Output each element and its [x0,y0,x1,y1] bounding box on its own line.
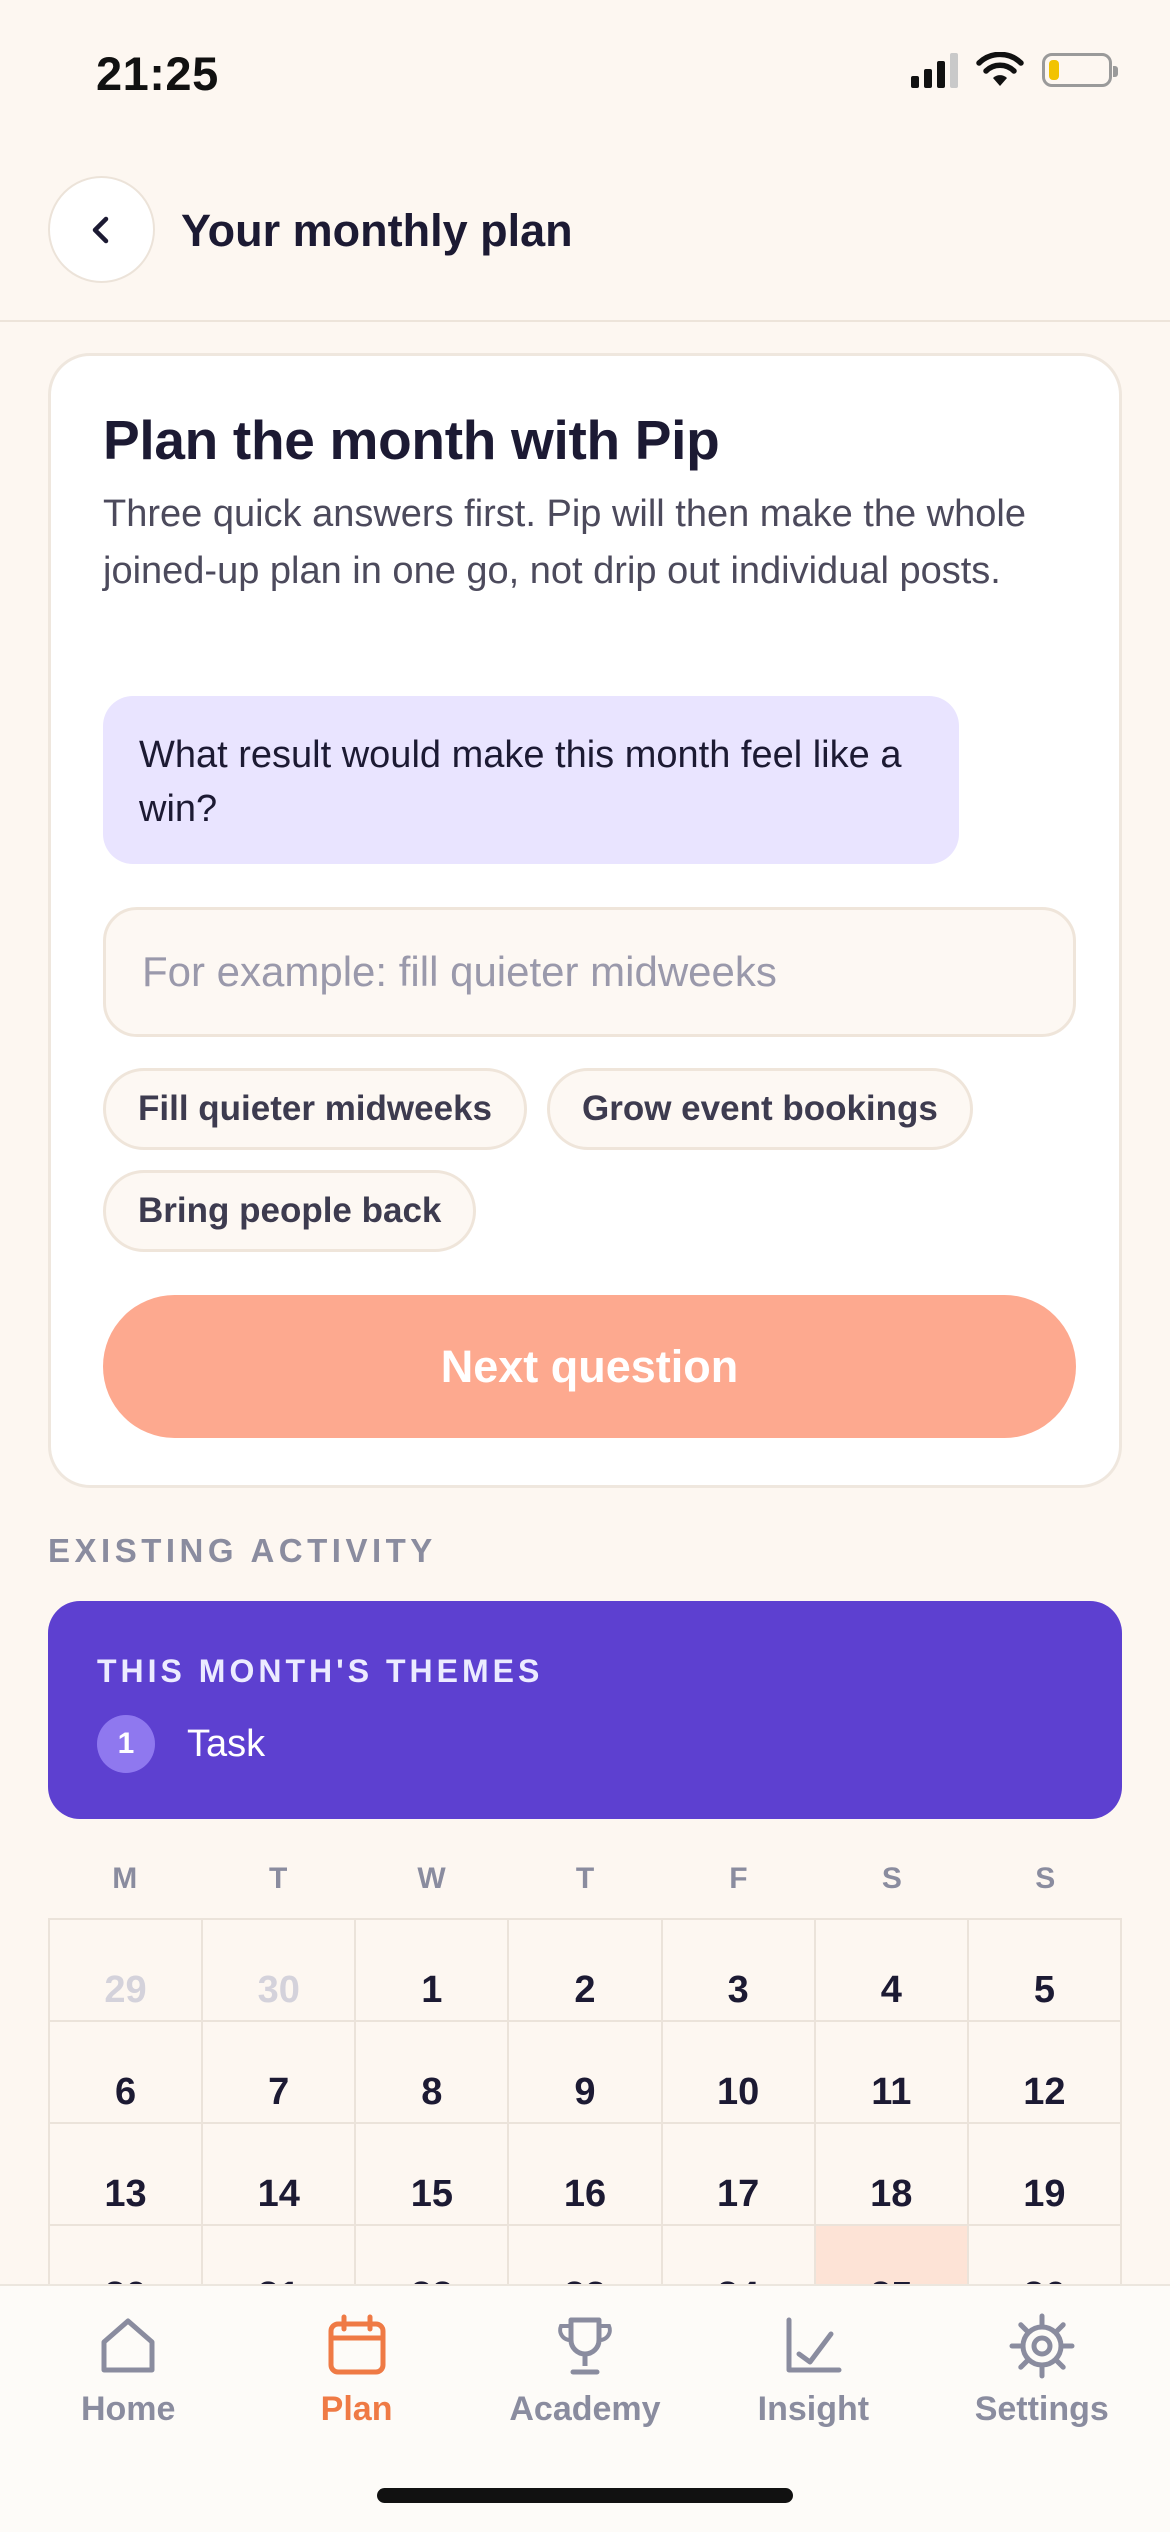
nav-item-plan[interactable]: Plan [247,2310,467,2429]
themes-title: THIS MONTH'S THEMES [97,1653,544,1689]
calendar-day[interactable]: 5 [968,1920,1122,2022]
calendar-day[interactable]: 10 [662,2022,816,2124]
status-time: 21:25 [96,47,219,100]
weekday-label: W [417,1862,446,1895]
calendar-day-prev-month[interactable]: 29 [50,1920,204,2022]
calendar-day[interactable]: 8 [356,2022,510,2124]
status-icons [911,52,1118,88]
calendar-icon [328,2314,386,2375]
question-bubble: What result would make this month feel l… [103,696,959,864]
calendar-day[interactable]: 14 [203,2124,357,2226]
back-button[interactable] [48,176,155,283]
nav-item-settings[interactable]: Settings [932,2310,1152,2429]
plan-with-pip-card: Plan the month with Pip Three quick answ… [48,353,1122,1488]
weekday-label: M [112,1862,138,1895]
calendar-day[interactable]: 19 [968,2124,1122,2226]
calendar-day[interactable]: 16 [509,2124,663,2226]
nav-label: Insight [757,2390,870,2428]
monthly-plan-screen: 21:25 Your monthly plan Plan the month w… [0,0,1170,2532]
weekday-label: F [729,1862,748,1895]
suggestion-chip-bring-people-back[interactable]: Bring people back [103,1170,477,1252]
theme-item[interactable]: 1 Task [97,1715,265,1773]
calendar-grid: 29 30 1 2 3 4 5 6 7 8 9 10 11 12 13 14 1… [48,1918,1122,2328]
suggestion-chip-quieter-midweeks[interactable]: Fill quieter midweeks [103,1068,527,1150]
theme-label: Task [187,1722,266,1765]
calendar-day[interactable]: 7 [203,2022,357,2124]
weekday-label: S [1035,1862,1056,1895]
suggestion-chip-event-bookings[interactable]: Grow event bookings [547,1068,973,1150]
calendar-day[interactable]: 9 [509,2022,663,2124]
calendar-day[interactable]: 3 [662,1920,816,2022]
nav-label: Plan [320,2390,393,2428]
suggestion-chips: Fill quieter midweeks Grow event booking… [103,1068,1083,1252]
weekday-label: T [575,1862,595,1895]
themes-card[interactable]: THIS MONTH'S THEMES 1 Task [48,1601,1122,1819]
calendar-day[interactable]: 13 [50,2124,204,2226]
home-icon [101,2318,155,2373]
weekday-header: M T W T F S S [48,1862,1122,1896]
calendar-day[interactable]: 4 [815,1920,969,2022]
wifi-icon [976,52,1024,86]
nav-item-academy[interactable]: Academy [475,2310,695,2429]
nav-item-home[interactable]: Home [18,2310,238,2429]
weekday-label: T [268,1862,288,1895]
calendar-day[interactable]: 1 [356,1920,510,2022]
calendar-day[interactable]: 6 [50,2022,204,2124]
page-title: Your monthly plan [181,205,573,256]
battery-icon [1042,53,1118,87]
calendar-day[interactable]: 2 [509,1920,663,2022]
calendar-day[interactable]: 11 [815,2022,969,2124]
calendar-day[interactable]: 15 [356,2124,510,2226]
status-bar: 21:25 [0,0,1170,150]
nav-label: Academy [509,2390,661,2428]
calendar-day-prev-month[interactable]: 30 [203,1920,357,2022]
nav-item-insight[interactable]: Insight [703,2310,923,2429]
signal-icon [911,52,958,88]
nav-label: Home [80,2390,176,2428]
answer-input[interactable] [103,907,1076,1037]
existing-activity-label: EXISTING ACTIVITY [48,1532,437,1569]
weekday-label: S [881,1862,902,1895]
home-indicator [377,2488,793,2503]
card-description: Three quick answers first. Pip will then… [103,493,1026,592]
calendar-day[interactable]: 17 [662,2124,816,2226]
calendar-day[interactable]: 18 [815,2124,969,2226]
calendar-day[interactable]: 12 [968,2022,1122,2124]
trophy-icon [558,2317,612,2375]
theme-count-badge: 1 [97,1715,155,1773]
card-title: Plan the month with Pip [103,409,720,471]
gear-icon [1009,2313,1075,2379]
chevron-left-icon [92,216,108,243]
chart-icon [786,2317,842,2373]
nav-label: Settings [974,2390,1109,2428]
top-bar: Your monthly plan [0,150,1170,322]
next-question-button[interactable]: Next question [103,1295,1076,1438]
